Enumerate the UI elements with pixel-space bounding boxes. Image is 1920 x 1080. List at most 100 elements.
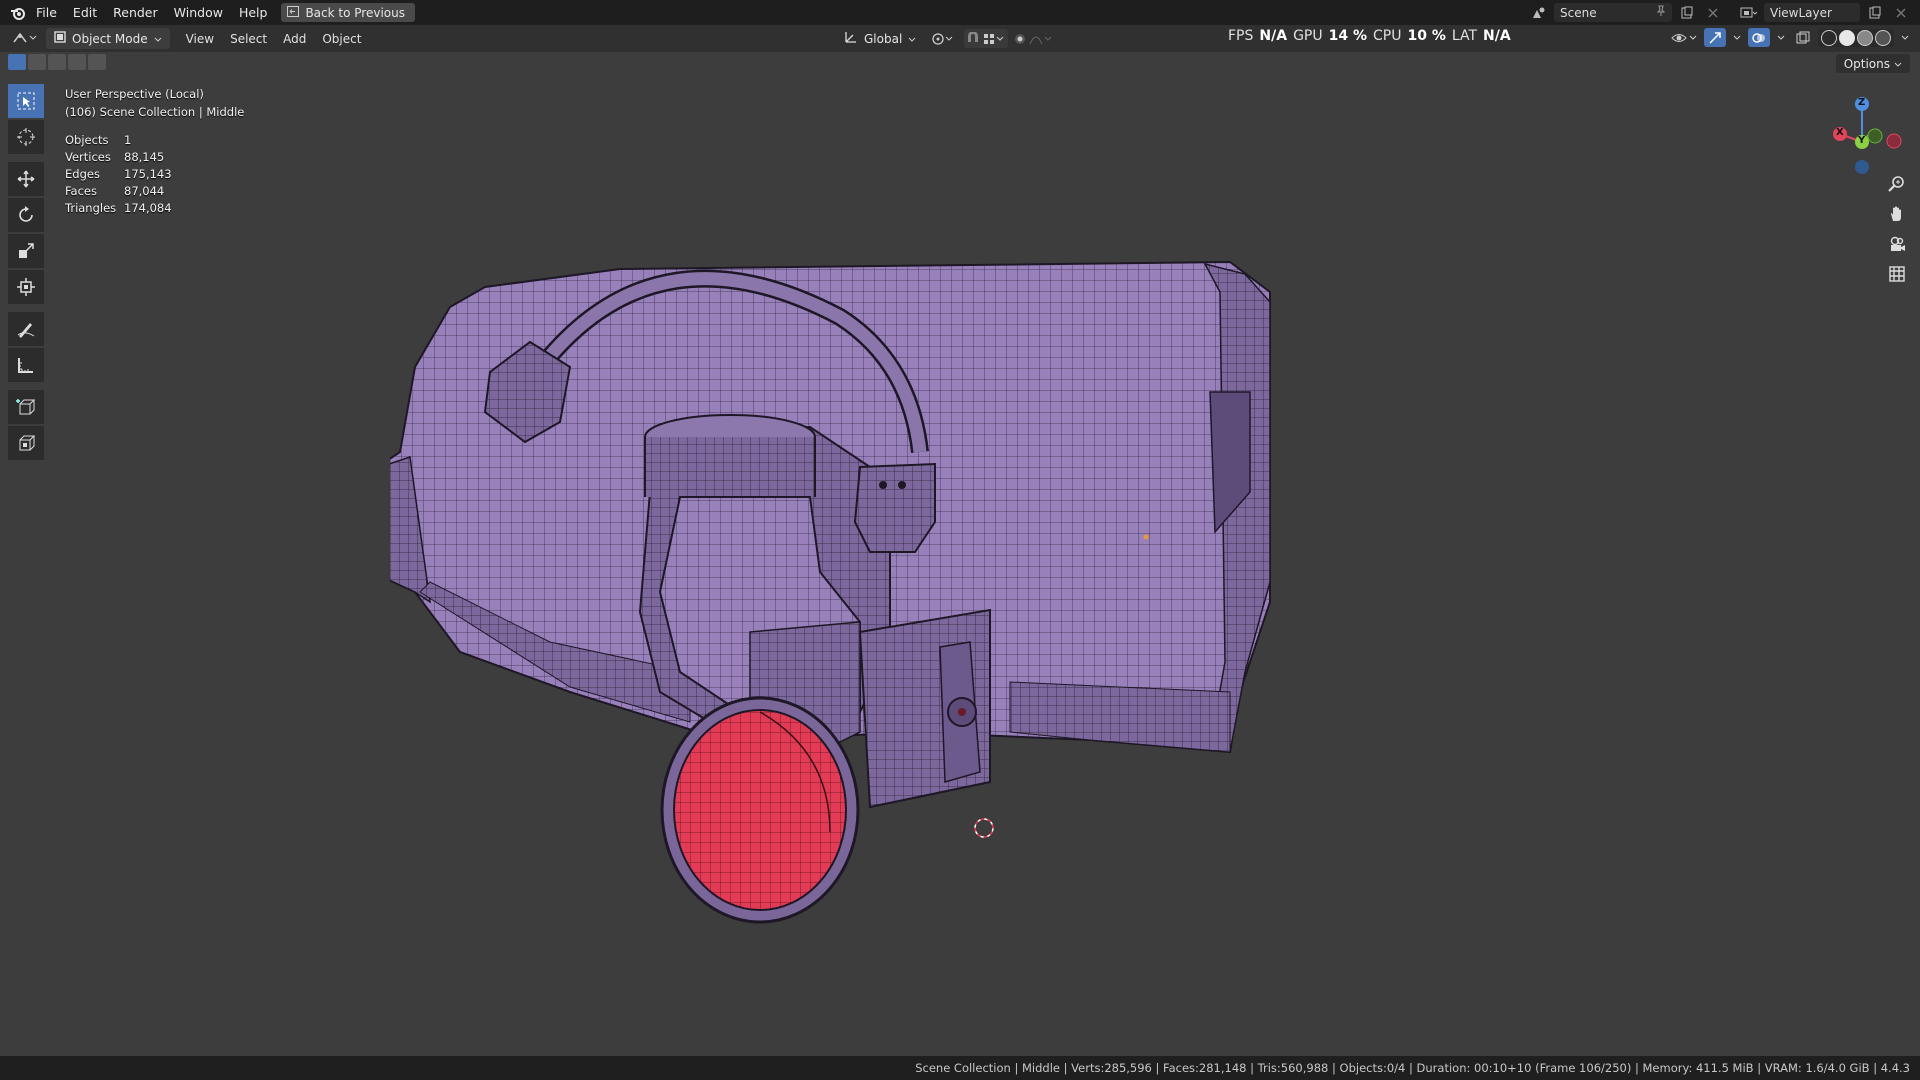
wireframe-shading-icon[interactable] — [1821, 29, 1837, 46]
snap-toggle-icon[interactable] — [964, 29, 1009, 48]
stat-row-edges: Edges 175,143 — [65, 166, 172, 183]
add-object-tool-icon[interactable] — [8, 426, 44, 460]
gizmo-y-label: Y — [1858, 135, 1866, 146]
3d-viewport[interactable]: Options User Perspective (Local) (106) S… — [0, 52, 1920, 1056]
perspective-label: User Perspective (Local) — [65, 87, 204, 101]
viewport-header: Object Mode View Select Add Object Globa… — [0, 25, 1920, 52]
fps-value: N/A — [1259, 28, 1288, 44]
cpu-value: 10 % — [1407, 28, 1446, 44]
back-to-previous-button[interactable]: Back to Previous — [281, 3, 415, 22]
header-menu-view[interactable]: View — [178, 32, 222, 46]
mesh-object[interactable] — [338, 192, 1290, 935]
stat-row-faces: Faces 87,044 — [65, 183, 172, 200]
header-menu-add[interactable]: Add — [275, 32, 314, 46]
scene-selector-icon[interactable] — [1528, 3, 1550, 22]
stat-value: 175,143 — [124, 167, 172, 181]
stat-row-objects: Objects 1 — [65, 132, 172, 149]
gizmo-toggle-icon[interactable] — [1704, 28, 1726, 47]
status-bar: Scene Collection | Middle | Verts:285,59… — [0, 1056, 1920, 1080]
gizmo-z-label: Z — [1858, 97, 1866, 108]
orthographic-grid-icon[interactable] — [1884, 261, 1910, 287]
stat-label: Edges — [65, 167, 100, 181]
select-subtract-icon[interactable] — [48, 54, 66, 70]
performance-stats: FPS N/A GPU 14 % CPU 10 % LAT N/A — [1228, 28, 1511, 44]
delete-scene-icon[interactable] — [1702, 3, 1724, 22]
stat-value: 87,044 — [124, 184, 165, 198]
object-mode-dropdown[interactable]: Object Mode — [46, 28, 170, 49]
select-box-tool-icon[interactable] — [8, 84, 44, 118]
chevron-down-icon[interactable] — [1774, 28, 1788, 47]
scene-field[interactable]: Scene — [1554, 3, 1672, 22]
transform-tools: Global — [838, 28, 1054, 49]
header-menu-object[interactable]: Object — [314, 32, 369, 46]
menu-window[interactable]: Window — [166, 0, 231, 25]
status-bar-text: Scene Collection | Middle | Verts:285,59… — [915, 1061, 1910, 1075]
menu-render[interactable]: Render — [105, 0, 166, 25]
menu-edit[interactable]: Edit — [65, 0, 105, 25]
menu-help[interactable]: Help — [231, 0, 276, 25]
view-layer-selector-icon[interactable] — [1738, 3, 1760, 22]
proportional-editing-icon[interactable] — [1014, 29, 1054, 48]
solid-shading-icon[interactable] — [1839, 29, 1855, 46]
scale-tool-icon[interactable] — [8, 234, 44, 268]
screen-back-icon — [287, 5, 300, 20]
annotate-tool-icon[interactable] — [8, 312, 44, 346]
new-scene-icon[interactable] — [1676, 3, 1698, 22]
chevron-down-icon — [1894, 57, 1902, 71]
object-mode-label: Object Mode — [72, 31, 148, 46]
pin-icon[interactable] — [1656, 5, 1666, 20]
blender-logo-icon[interactable] — [8, 3, 28, 23]
chevron-down-icon[interactable] — [1898, 28, 1912, 47]
material-preview-icon[interactable] — [1857, 29, 1873, 46]
select-intersect-icon[interactable] — [88, 54, 106, 70]
orientation-axes-icon — [844, 30, 858, 47]
pan-hand-icon[interactable] — [1884, 201, 1910, 227]
rotate-tool-icon[interactable] — [8, 198, 44, 232]
overlays-toggle-icon[interactable] — [1748, 28, 1770, 47]
menu-file[interactable]: File — [28, 0, 65, 25]
gpu-label: GPU — [1293, 28, 1323, 44]
visibility-eye-icon[interactable] — [1670, 28, 1700, 47]
stat-row-vertices: Vertices 88,145 — [65, 149, 172, 166]
scene-name: Scene — [1560, 5, 1597, 20]
move-tool-icon[interactable] — [8, 162, 44, 196]
editor-type-icon[interactable] — [12, 30, 38, 49]
navigation-buttons — [1884, 171, 1910, 287]
fps-label: FPS — [1228, 28, 1254, 44]
select-new-icon[interactable] — [8, 54, 26, 70]
transform-tool-icon[interactable] — [8, 270, 44, 304]
gpu-value: 14 % — [1328, 28, 1367, 44]
viewport-info: User Perspective (Local) (106) Scene Col… — [65, 85, 244, 121]
stat-label: Objects — [65, 133, 109, 147]
stat-value: 88,145 — [124, 150, 165, 164]
navigation-gizmo[interactable]: X Y Z — [1820, 88, 1910, 178]
new-view-layer-icon[interactable] — [1864, 3, 1886, 22]
view-layer-name: ViewLayer — [1770, 5, 1832, 20]
add-cube-tool-icon[interactable] — [8, 390, 44, 424]
stat-value: 174,084 — [124, 201, 172, 215]
rendered-shading-icon[interactable] — [1875, 29, 1891, 46]
cursor-tool-icon[interactable] — [8, 120, 44, 154]
select-invert-icon[interactable] — [68, 54, 86, 70]
shading-mode-group — [1818, 28, 1894, 47]
select-extend-icon[interactable] — [28, 54, 46, 70]
measure-tool-icon[interactable] — [8, 348, 44, 382]
options-dropdown[interactable]: Options — [1835, 54, 1910, 73]
back-to-previous-label: Back to Previous — [305, 5, 405, 20]
lat-label: LAT — [1451, 28, 1478, 44]
chevron-down-icon — [908, 32, 916, 46]
delete-view-layer-icon[interactable] — [1890, 3, 1912, 22]
stat-label: Faces — [65, 184, 97, 198]
header-menu-select[interactable]: Select — [222, 32, 275, 46]
pivot-point-icon[interactable] — [928, 29, 958, 48]
camera-view-icon[interactable] — [1884, 231, 1910, 257]
view-layer-field[interactable]: ViewLayer — [1764, 3, 1860, 22]
gizmo-x-label: X — [1836, 127, 1844, 138]
transform-orientation-dropdown[interactable]: Global — [838, 28, 922, 49]
zoom-icon[interactable] — [1884, 171, 1910, 197]
selection-mode-group — [8, 54, 106, 70]
options-label: Options — [1843, 56, 1890, 71]
xray-toggle-icon[interactable] — [1792, 28, 1814, 47]
stat-label: Triangles — [65, 201, 117, 215]
chevron-down-icon[interactable] — [1730, 28, 1744, 47]
